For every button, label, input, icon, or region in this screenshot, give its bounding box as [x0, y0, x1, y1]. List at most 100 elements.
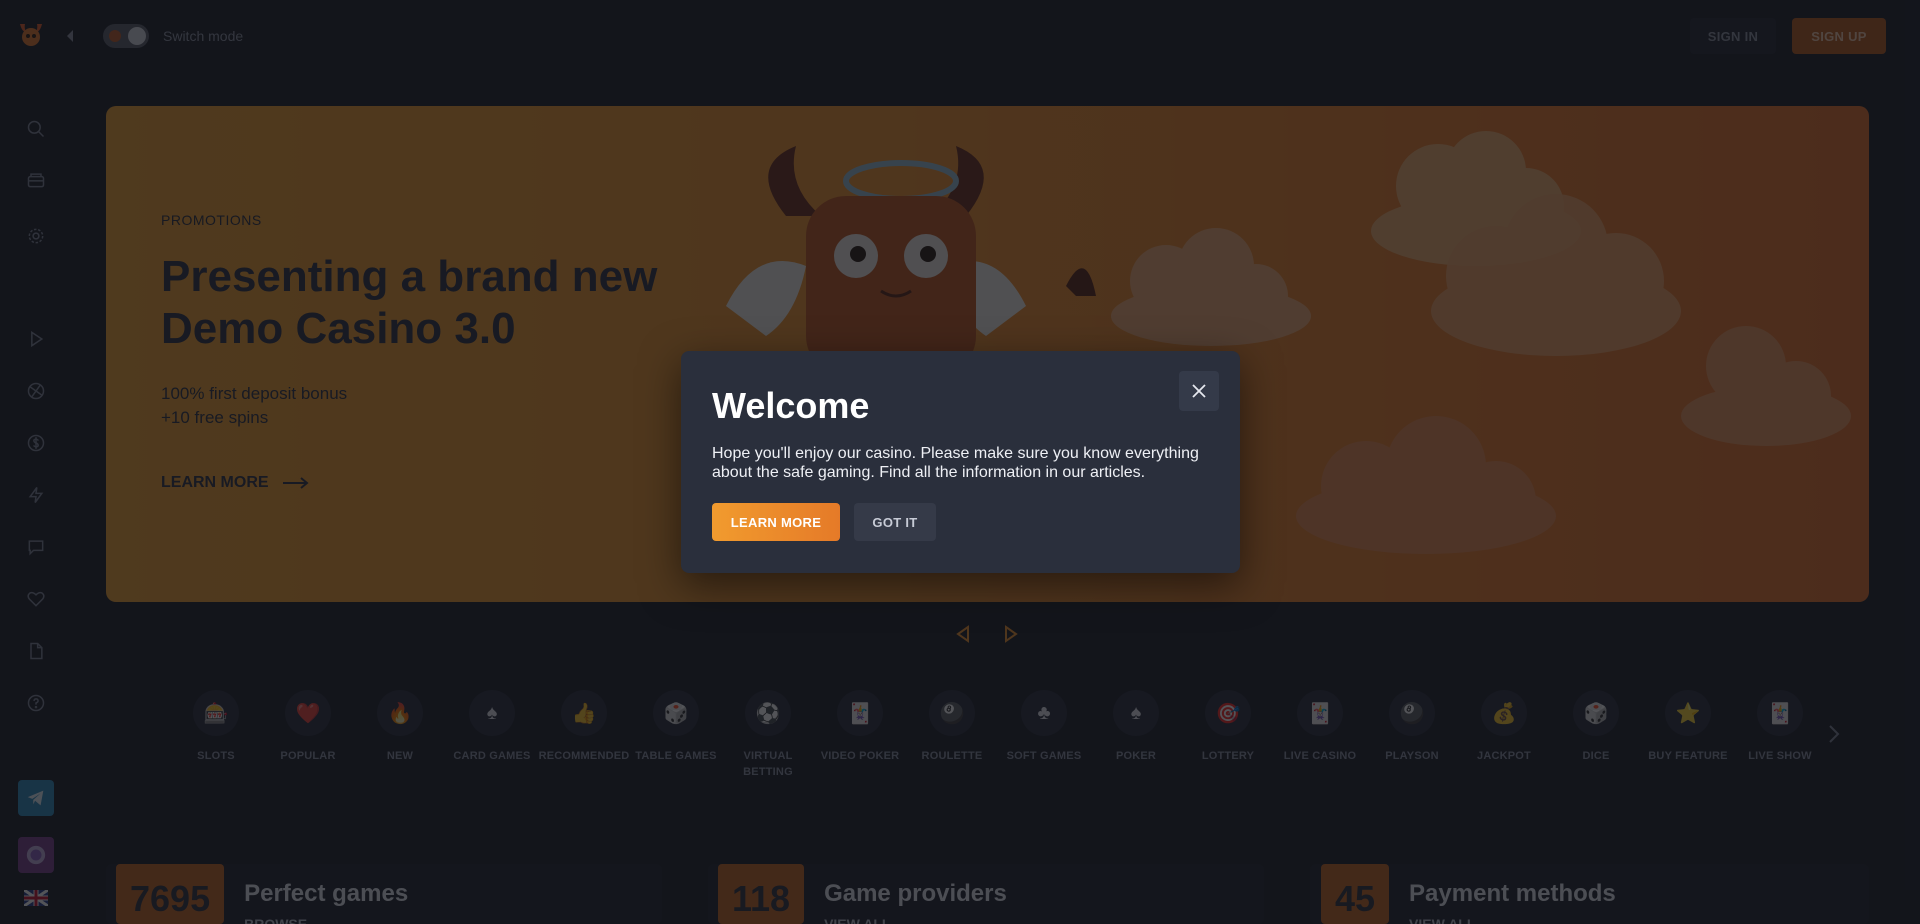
category-icon: 👍 [561, 690, 607, 736]
stat-payments: 45 Payment methods VIEW ALL [1321, 864, 1616, 924]
stat-title: Game providers [824, 880, 1007, 907]
slide-prev-icon[interactable] [954, 625, 972, 643]
learn-more-button[interactable]: LEARN MORE [712, 503, 840, 541]
welcome-modal: Welcome Hope you'll enjoy our casino. Pl… [681, 351, 1240, 573]
search-icon[interactable] [24, 117, 48, 141]
profile-avatar-icon[interactable] [18, 837, 54, 873]
category-bar: 🎰 SLOTS ❤️ POPULAR 🔥 NEW ♠ CARD GAMES 👍 RECOMMEND… [170, 690, 1830, 790]
stat-games: 7695 Perfect games BROWSE [116, 864, 408, 924]
category-item[interactable]: 🔥 NEW [354, 690, 446, 764]
stat-providers: 118 Game providers VIEW ALL [718, 864, 1007, 924]
category-label: JACKPOT [1477, 750, 1531, 762]
mode-toggle[interactable] [103, 24, 149, 48]
category-item[interactable]: 🎱 PLAYSON [1366, 690, 1458, 764]
collapse-sidebar-icon[interactable] [62, 27, 78, 45]
sidebar [0, 70, 72, 924]
category-icon: 🎲 [1573, 690, 1619, 736]
banner-sub-line2: +10 free spins [161, 408, 269, 427]
slide-next-icon[interactable] [1002, 625, 1020, 643]
uk-flag-icon[interactable] [24, 890, 48, 906]
category-label: DICE [1582, 750, 1610, 762]
category-item[interactable]: 🎰 SLOTS [170, 690, 262, 764]
modal-title: Welcome [712, 385, 870, 426]
play-icon[interactable] [24, 327, 48, 351]
category-item[interactable]: ⚽ VIRTUAL BETTING [722, 690, 814, 780]
casino-chest-icon[interactable] [24, 168, 48, 192]
banner-link-label: LEARN MORE [161, 474, 269, 491]
banner-sub-line1: 100% first deposit bonus [161, 384, 348, 403]
category-item[interactable]: 💰 JACKPOT [1458, 690, 1550, 764]
category-label: PLAYSON [1385, 750, 1439, 762]
category-item[interactable]: 🎯 LOTTERY [1182, 690, 1274, 764]
category-label: SOFT GAMES [1006, 750, 1082, 762]
category-label: POKER [1115, 750, 1157, 762]
category-label: CARD GAMES [453, 750, 531, 762]
category-icon: ⭐ [1665, 690, 1711, 736]
got-it-button[interactable]: GOT IT [854, 503, 936, 541]
category-label: VIDEO POKER [820, 750, 900, 762]
banner-title: Presenting a brand new Demo Casino 3.0 [161, 252, 658, 353]
category-label: VIRTUAL BETTING [743, 750, 793, 778]
category-item[interactable]: 🎲 DICE [1550, 690, 1642, 764]
sign-up-button[interactable]: SIGN UP [1792, 18, 1886, 54]
category-icon: 🎰 [193, 690, 239, 736]
stat-link[interactable]: BROWSE [244, 916, 408, 924]
dollar-icon[interactable] [24, 431, 48, 455]
category-icon: ❤️ [285, 690, 331, 736]
category-item[interactable]: ♠ POKER [1090, 690, 1182, 764]
category-icon: 🎯 [1205, 690, 1251, 736]
category-label: ROULETTE [921, 750, 983, 762]
category-label: LIVE SHOW [1748, 750, 1812, 762]
category-label: POPULAR [280, 750, 336, 762]
toggle-knob [128, 27, 146, 45]
category-label: NEW [386, 750, 414, 762]
category-label: LOTTERY [1201, 750, 1255, 762]
stat-number: 118 [718, 864, 805, 924]
category-label: SLOTS [197, 750, 235, 762]
category-item[interactable]: 🃏 VIDEO POKER [814, 690, 906, 764]
close-button[interactable] [1179, 371, 1219, 411]
banner-subtitle: 100% first deposit bonus +10 free spins [161, 382, 347, 430]
modal-text: Hope you'll enjoy our casino. Please mak… [712, 445, 1199, 481]
category-icon: 🎱 [1389, 690, 1435, 736]
document-icon[interactable] [24, 639, 48, 663]
category-icon: ♣ [1021, 690, 1067, 736]
category-item[interactable]: ♠ CARD GAMES [446, 690, 538, 764]
gear-icon[interactable] [24, 224, 48, 248]
stat-link[interactable]: VIEW ALL [824, 916, 1007, 924]
category-icon: 🃏 [1297, 690, 1343, 736]
banner-learn-more-link[interactable]: LEARN MORE [161, 474, 309, 492]
category-item[interactable]: 🃏 LIVE CASINO [1274, 690, 1366, 764]
category-icon: 🃏 [1757, 690, 1803, 736]
category-label: TABLE GAMES [635, 750, 717, 762]
arrow-right-icon [282, 477, 309, 489]
category-icon: 🔥 [377, 690, 423, 736]
category-label: RECOMMENDED [538, 750, 630, 762]
category-icon: ♠ [1113, 690, 1159, 736]
category-icon: 💰 [1481, 690, 1527, 736]
telegram-icon[interactable] [18, 780, 54, 816]
lightning-icon[interactable] [24, 483, 48, 507]
category-item[interactable]: 🎲 TABLE GAMES [630, 690, 722, 764]
categories-next-icon[interactable] [1826, 724, 1842, 744]
switch-mode-label: Switch mode [163, 28, 244, 44]
category-item[interactable]: 🎱 ROULETTE [906, 690, 998, 764]
banner-label: PROMOTIONS [161, 212, 262, 228]
chat-icon[interactable] [24, 535, 48, 559]
category-icon: 🎱 [929, 690, 975, 736]
stat-number: 7695 [116, 864, 225, 924]
category-label: LIVE CASINO [1283, 750, 1357, 762]
help-icon[interactable] [24, 691, 48, 715]
sports-ball-icon[interactable] [24, 379, 48, 403]
category-item[interactable]: ⭐ BUY FEATURE [1642, 690, 1734, 764]
category-item[interactable]: 🃏 LIVE SHOW [1734, 690, 1826, 764]
stat-title: Payment methods [1409, 880, 1616, 907]
category-item[interactable]: ♣ SOFT GAMES [998, 690, 1090, 764]
category-icon: ♠ [469, 690, 515, 736]
stat-link[interactable]: VIEW ALL [1409, 916, 1616, 924]
category-item[interactable]: 👍 RECOMMENDED [538, 690, 630, 764]
devil-logo-icon[interactable] [16, 20, 46, 50]
sign-in-button[interactable]: SIGN IN [1690, 18, 1776, 54]
category-item[interactable]: ❤️ POPULAR [262, 690, 354, 764]
heart-icon[interactable] [24, 587, 48, 611]
